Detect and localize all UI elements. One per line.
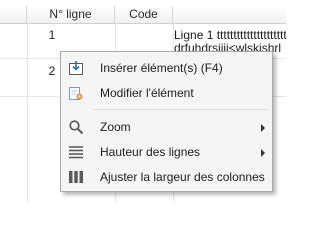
column-divider xyxy=(27,23,28,202)
column-header-n-ligne[interactable]: N° ligne xyxy=(27,6,115,23)
context-menu: Insérer élément(s) (F4) Modifier l'éléme… xyxy=(60,51,273,192)
insert-element-icon xyxy=(68,60,84,76)
header-corner xyxy=(0,6,27,23)
menu-separator xyxy=(93,109,269,110)
grid-header: N° ligne Code xyxy=(0,6,286,24)
row-number-cell[interactable]: 2 xyxy=(48,64,56,78)
row-number-cell[interactable]: 1 xyxy=(48,28,56,42)
column-header-libelle[interactable] xyxy=(173,6,286,23)
menu-item-label: Hauteur des lignes xyxy=(100,145,201,159)
column-width-icon xyxy=(68,169,84,185)
menu-item-label: Modifier l'élément xyxy=(100,86,194,100)
menu-item-insert[interactable]: Insérer élément(s) (F4) xyxy=(62,57,271,79)
menu-item-label: Ajuster la largeur des colonnes xyxy=(100,170,265,184)
menu-item-zoom[interactable]: Zoom xyxy=(62,116,271,138)
column-header-code[interactable]: Code xyxy=(115,6,173,23)
row-height-icon xyxy=(68,144,84,160)
submenu-arrow-icon xyxy=(261,124,265,132)
menu-item-row-height[interactable]: Hauteur des lignes xyxy=(62,141,271,163)
submenu-arrow-icon xyxy=(261,149,265,157)
menu-item-label: Insérer élément(s) (F4) xyxy=(100,61,223,75)
menu-item-edit[interactable]: Modifier l'élément xyxy=(62,82,271,104)
menu-item-label: Zoom xyxy=(100,120,131,134)
menu-item-adjust-columns[interactable]: Ajuster la largeur des colonnes xyxy=(62,166,271,188)
edit-element-icon xyxy=(68,85,84,101)
magnifier-icon xyxy=(68,119,84,135)
